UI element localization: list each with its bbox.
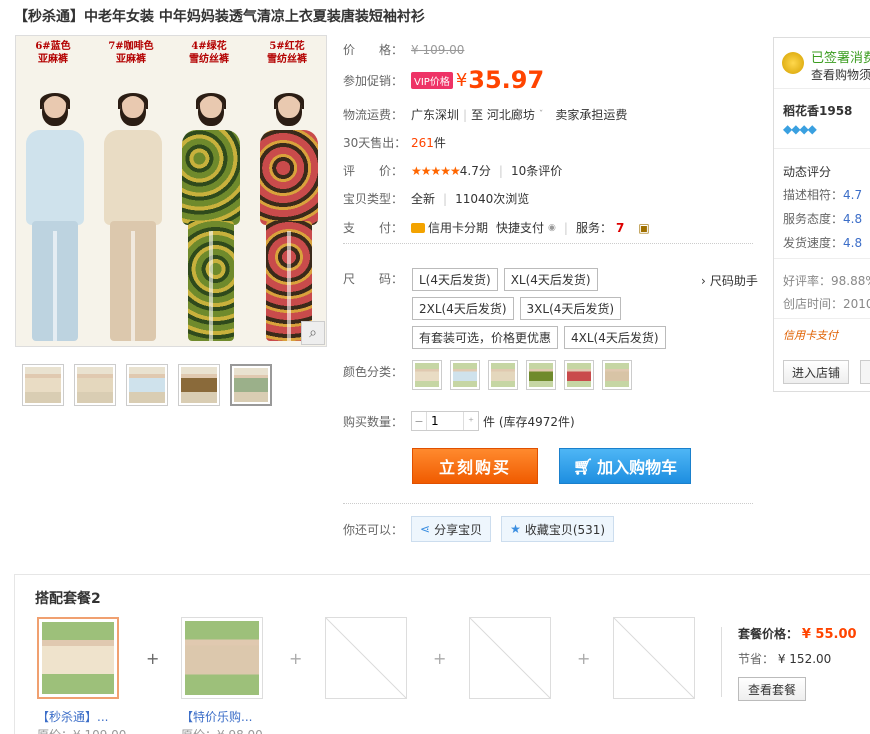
shipping-row: 物流运费： 广东深圳 | 至 河北廊坊 ˇ 卖家承担运费 [343, 106, 628, 123]
thumbnail-5[interactable] [230, 364, 272, 406]
combo-package: 搭配套餐2 + + + + 【秒杀通】... 原价：¥ 109.00 【特价乐购… [14, 574, 870, 734]
thumbnail-4[interactable] [178, 364, 220, 406]
chevron-right-icon: › [701, 273, 706, 288]
promo-row: 参加促销： VIP价格 ¥ 35.97 [343, 66, 545, 94]
share-button[interactable]: ⋖ 分享宝贝 [411, 516, 492, 542]
caption-blue: 6#蓝色 亚麻裤 [35, 41, 71, 65]
combo-title: 搭配套餐2 [35, 591, 101, 607]
plus-icon: + [289, 649, 303, 668]
color-swatch-5[interactable] [564, 360, 594, 390]
thumbnail-strip [22, 364, 272, 406]
price-row: 价 格： ¥ 109.00 [343, 42, 465, 58]
diamond-icon: ◆◆◆◆ [783, 122, 817, 136]
color-swatch-1[interactable] [412, 360, 442, 390]
size-option-4xl[interactable]: 4XL(4天后发货) [564, 326, 666, 349]
credit-installment-link[interactable]: 信用卡分期 [428, 219, 488, 236]
color-swatch-2[interactable] [450, 360, 480, 390]
plus-icon: + [146, 649, 160, 668]
combo-item-1[interactable] [37, 617, 119, 699]
enter-store-button[interactable]: 进入店铺 [783, 360, 849, 384]
rating-stars: ★★★★★ [411, 163, 461, 178]
combo-empty-slot [325, 617, 407, 699]
view-combo-button[interactable]: 查看套餐 [738, 677, 806, 701]
size-option-xl[interactable]: XL(4天后发货) [503, 268, 598, 291]
size-option-3xl[interactable]: 3XL(4天后发货) [519, 297, 622, 320]
original-price: ¥ 109.00 [411, 42, 465, 57]
info-icon[interactable]: ◉ [548, 223, 556, 233]
combo-empty-slot [469, 617, 551, 699]
size-option-l[interactable]: L(4天后发货) [412, 268, 498, 291]
size-row-label: 尺 码： [343, 272, 404, 286]
shipping-destination[interactable]: 河北廊坊 [487, 106, 535, 123]
promo-price: 35.97 [468, 66, 545, 94]
size-helper-link[interactable]: › 尺码助手 [701, 272, 758, 289]
plus-icon: + [433, 649, 447, 668]
caption-green: 4#绿花 雪纺丝裤 [189, 41, 229, 65]
model-red [252, 93, 324, 346]
store-favorite-button[interactable] [860, 360, 870, 384]
quantity-input[interactable] [426, 412, 464, 430]
caption-coffee: 7#咖啡色 亚麻裤 [108, 41, 154, 65]
consumer-guarantee-icon [782, 52, 804, 74]
thumbnail-1[interactable] [22, 364, 64, 406]
quick-pay-link[interactable]: 快捷支付 [496, 219, 544, 236]
star-icon: ★ [510, 522, 521, 536]
size-option-2xl[interactable]: 2XL(4天后发货) [412, 297, 514, 320]
minus-icon[interactable]: − [412, 415, 426, 428]
share-row: 你还可以： ⋖ 分享宝贝 ★ 收藏宝贝(531) [343, 516, 624, 542]
combo-item-1-name[interactable]: 【秒杀通】... [37, 708, 108, 725]
size-options: L(4天后发货) XL(4天后发货) 2XL(4天后发货) 3XL(4天后发货)… [412, 268, 702, 355]
add-to-cart-button[interactable]: 🛒︎ 加入购物车 [559, 448, 691, 484]
credit-pay-badge: 信用卡支付 [783, 329, 838, 342]
main-product-image[interactable]: 6#蓝色 亚麻裤 7#咖啡色 亚麻裤 4#绿花 雪纺丝裤 5#红花 雪纺丝裤 ⌕ [15, 35, 327, 347]
chevron-down-icon[interactable]: ˇ [539, 110, 544, 120]
pay-row: 支 付： 信用卡分期 快捷支付 ◉ | 服务： 7 ▣ [343, 219, 650, 236]
color-swatch-6[interactable] [602, 360, 632, 390]
seller-panel: 已签署消费 查看购物须 稻花香1958 ◆◆◆◆ 动态评分 描述相符：4.7 服… [773, 37, 870, 392]
share-icon: ⋖ [420, 522, 431, 536]
favorite-button[interactable]: ★ 收藏宝贝(531) [501, 516, 615, 542]
caption-red: 5#红花 雪纺丝裤 [267, 41, 307, 65]
model-coffee [96, 93, 168, 346]
model-blue [18, 93, 90, 346]
guarantee-icon[interactable]: ▣ [638, 221, 649, 235]
combo-empty-slot [613, 617, 695, 699]
combo-total: 套餐价格： ¥ 55.00 [738, 627, 857, 642]
buy-now-button[interactable]: 立刻购买 [412, 448, 538, 484]
seven-day-return-icon[interactable]: 7 [616, 221, 624, 235]
combo-item-2[interactable] [181, 617, 263, 699]
rating-count-link[interactable]: 10条评价 [511, 162, 562, 179]
color-swatch-3[interactable] [488, 360, 518, 390]
plus-icon[interactable]: ⁺ [464, 415, 478, 428]
combo-item-2-name[interactable]: 【特价乐购... [181, 708, 252, 725]
type-row: 宝贝类型： 全新 | 11040次浏览 [343, 191, 530, 207]
sold-row: 30天售出： 261 件 [343, 135, 446, 151]
plus-icon: + [577, 649, 591, 668]
size-option-set[interactable]: 有套装可选，价格更优惠 [412, 326, 559, 349]
quantity-stepper: − ⁺ [411, 411, 479, 431]
combo-savings: 节省： ¥ 152.00 [738, 652, 832, 666]
thumbnail-3[interactable] [126, 364, 168, 406]
color-swatch-4[interactable] [526, 360, 556, 390]
rating-row: 评 价： ★★★★★ 4.7分 | 10条评价 [343, 162, 563, 179]
product-title: 【秒杀通】中老年女装 中年妈妈装透气清凉上衣夏装唐装短袖衬衫 [14, 9, 425, 25]
color-options [412, 360, 640, 390]
vip-tag: VIP价格 [411, 71, 453, 89]
credit-card-icon [411, 222, 425, 233]
seller-name[interactable]: 稻花香1958 [783, 102, 852, 119]
view-policy-link[interactable]: 查看购物须 [811, 66, 870, 83]
color-row: 颜色分类： [343, 365, 404, 379]
magnifier-icon[interactable]: ⌕ [301, 321, 325, 345]
thumbnail-2[interactable] [74, 364, 116, 406]
cart-icon: 🛒︎ [572, 456, 594, 476]
model-green [174, 93, 246, 346]
quantity-row: 购买数量： − ⁺ 件 (库存4972件) [343, 411, 575, 431]
